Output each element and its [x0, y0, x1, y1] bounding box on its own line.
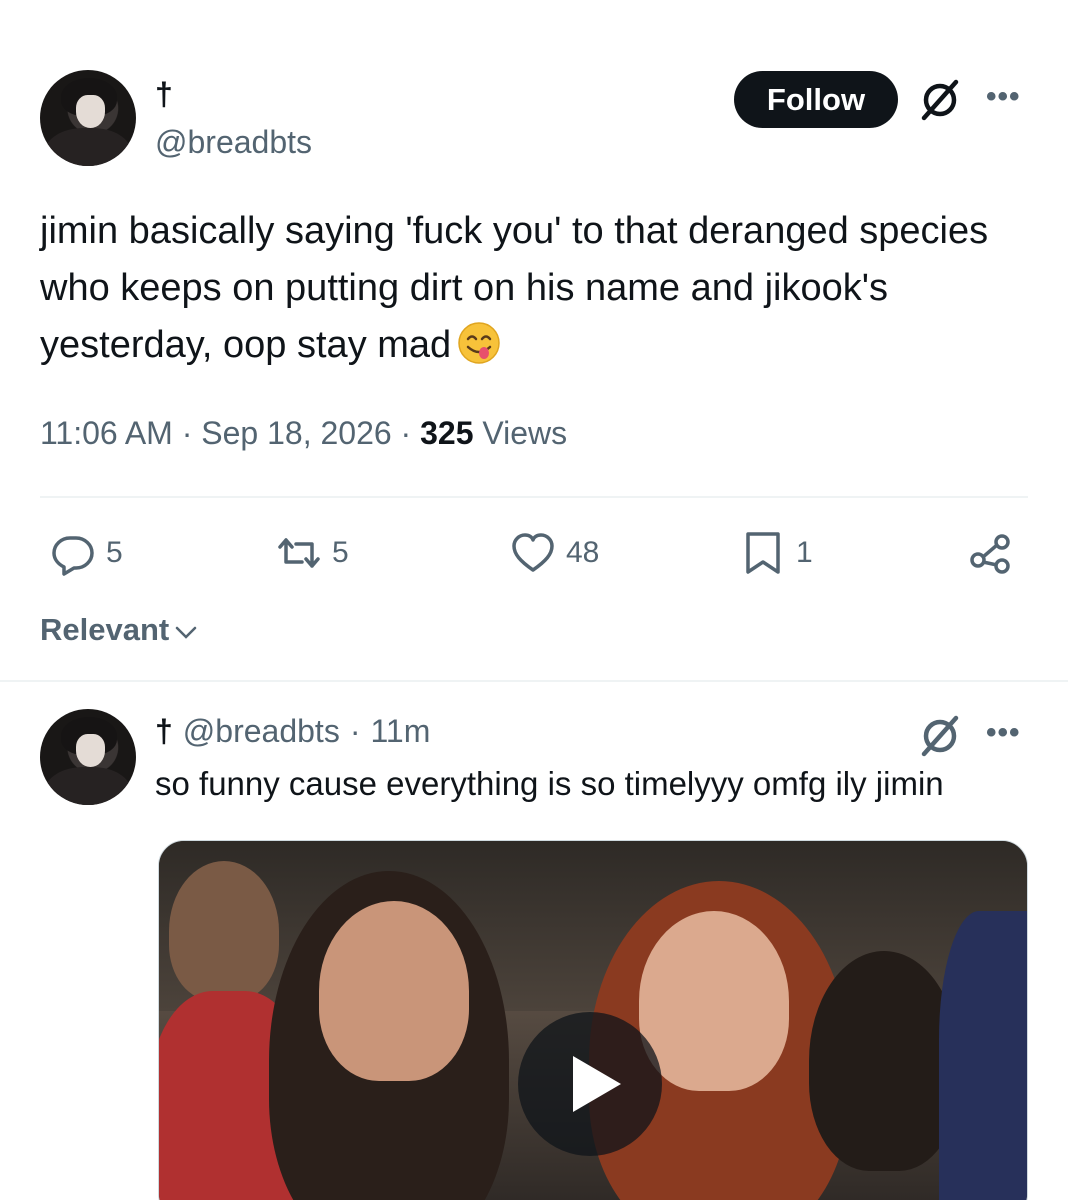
- bookmark-count: 1: [796, 536, 813, 569]
- author-display-name[interactable]: †: [155, 76, 173, 113]
- reply-count: 5: [106, 536, 123, 569]
- sort-label: Relevant: [40, 612, 170, 647]
- meta-separator: ·: [181, 415, 193, 451]
- views-label: Views: [482, 415, 568, 451]
- bookmark-icon: [746, 532, 780, 574]
- tweet-text: jimin basically saying 'fuck you' to tha…: [40, 203, 1030, 374]
- reply-handle[interactable]: @breadbts: [183, 713, 340, 750]
- chevron-down-icon: [175, 626, 197, 639]
- grok-icon[interactable]: [916, 712, 964, 760]
- more-icon[interactable]: •••: [986, 80, 1021, 114]
- meta-separator: ·: [400, 415, 412, 451]
- bookmark-button[interactable]: 1: [740, 530, 813, 576]
- face-savoring-food-emoji: [457, 321, 501, 365]
- heart-icon: [512, 533, 554, 572]
- author-handle[interactable]: @breadbts: [155, 124, 312, 161]
- reply-display-name[interactable]: †: [155, 713, 173, 750]
- repost-count: 5: [332, 536, 349, 569]
- repost-button[interactable]: 5: [276, 530, 349, 576]
- reply-header: † @breadbts · 11m: [155, 713, 430, 750]
- reply-time[interactable]: 11m: [370, 713, 430, 750]
- sort-relevant-dropdown[interactable]: Relevant: [40, 612, 199, 648]
- section-divider: [0, 680, 1068, 682]
- tweet-meta: 11:06 AM · Sep 18, 2026 · 325 Views: [40, 415, 567, 452]
- tweet-time[interactable]: 11:06 AM: [40, 415, 173, 451]
- share-button[interactable]: [968, 530, 1024, 576]
- grok-icon[interactable]: [916, 76, 964, 124]
- reply-separator: ·: [349, 713, 361, 749]
- more-icon[interactable]: •••: [986, 716, 1021, 750]
- like-count: 48: [566, 536, 600, 569]
- reply-button[interactable]: 5: [50, 530, 123, 576]
- follow-button[interactable]: Follow: [734, 71, 898, 128]
- author-avatar[interactable]: [40, 70, 136, 166]
- share-icon: [970, 534, 1010, 574]
- tweet-text-content: jimin basically saying 'fuck you' to tha…: [40, 210, 989, 366]
- divider: [40, 496, 1028, 498]
- reply-icon: [52, 536, 94, 576]
- reply-author-avatar[interactable]: [40, 709, 136, 805]
- views-count: 325: [420, 415, 474, 451]
- repost-icon: [278, 538, 320, 568]
- play-icon: [573, 1056, 621, 1112]
- reply-text: so funny cause everything is so timelyyy…: [155, 765, 944, 802]
- tweet-date[interactable]: Sep 18, 2026: [201, 415, 391, 451]
- play-button[interactable]: [518, 1012, 662, 1156]
- like-button[interactable]: 48: [510, 530, 599, 576]
